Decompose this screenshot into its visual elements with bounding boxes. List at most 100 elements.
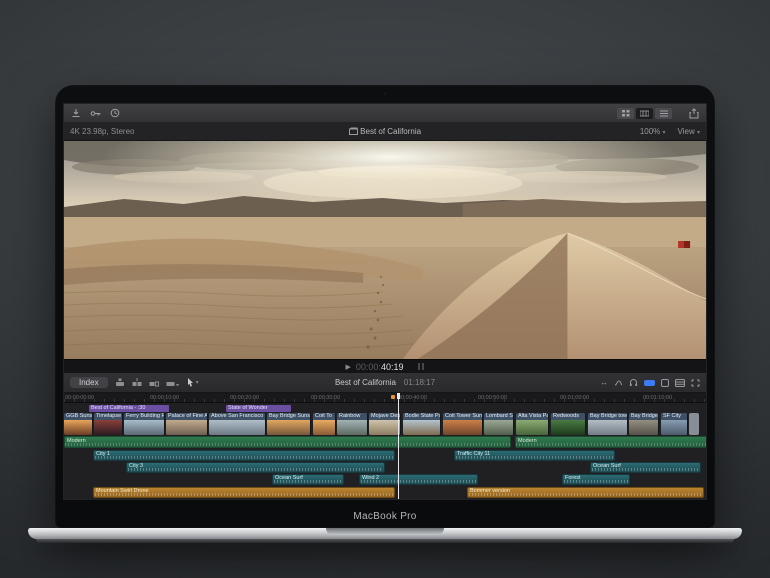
background-tasks-icon[interactable] [110, 108, 120, 118]
audio-meters-icon[interactable] [418, 363, 424, 370]
append-edit-icon[interactable] [149, 378, 159, 387]
viewer-title: Best of California [64, 127, 706, 136]
video-clip-label: Bay Bridge Sunset [267, 413, 310, 420]
ruler-tick: 00:00:00:00 [65, 395, 94, 401]
ambience-clip[interactable]: City 3 [126, 462, 385, 473]
video-clip-thumbnail [337, 420, 367, 435]
timeline-area: 00:00:00:0000:00:10:0000:00:20:0000:00:3… [64, 393, 706, 499]
video-clip[interactable]: Coit To [313, 413, 336, 435]
share-icon[interactable] [689, 108, 699, 119]
ruler-tick: 00:00:40:00 [398, 395, 427, 401]
ambience-clip[interactable]: Traffic City 11 [454, 450, 615, 461]
video-clip-label: Rainbow [337, 413, 367, 420]
fullscreen-icon[interactable] [691, 379, 700, 387]
ruler-tick: 00:01:10:00 [643, 395, 672, 401]
narration-clip[interactable]: Bommer version [467, 487, 704, 498]
ambience-clip[interactable]: Wind 2 [359, 474, 478, 485]
index-button[interactable]: Index [70, 377, 108, 388]
ruler-marker-icon[interactable] [391, 395, 395, 399]
desktop-background: 4K 23.98p, Stereo Best of California 100… [0, 0, 770, 578]
video-clip-thumbnail [661, 420, 687, 435]
skimming-icon[interactable] [614, 379, 623, 387]
browser-grid-icon[interactable] [617, 108, 634, 119]
waveform [456, 456, 613, 459]
video-clip[interactable]: Alta Vista Park [516, 413, 549, 435]
narration-clip[interactable]: Mountain Swirl Drone [93, 487, 395, 498]
video-clip[interactable]: Palace of Fine Arts [166, 413, 208, 435]
playhead[interactable] [398, 393, 399, 499]
video-clip-label: Alta Vista Park [516, 413, 548, 420]
video-clip-label: SF City [661, 413, 687, 420]
video-clip[interactable]: Bay Bridge Sunset [267, 413, 311, 435]
video-clip-label: Lombard St. [484, 413, 513, 420]
video-clip-thumbnail [369, 420, 400, 435]
tool-select-dropdown[interactable]: ▾ [187, 378, 199, 387]
solo-icon[interactable] [661, 379, 669, 387]
video-clip-thumbnail [94, 420, 122, 435]
video-clip[interactable]: Rainbow [337, 413, 368, 435]
audio-skimming-icon[interactable] [629, 378, 638, 387]
video-clip-thumbnail [516, 420, 548, 435]
timeline-ruler[interactable]: 00:00:00:0000:00:10:0000:00:20:0000:00:3… [64, 393, 706, 403]
macbook-base-edge [36, 539, 734, 543]
video-clip-thumbnail [64, 420, 92, 435]
project-icon [349, 127, 358, 135]
video-clip[interactable]: Mojave Desert [369, 413, 401, 435]
waveform [361, 480, 476, 483]
video-clip[interactable]: Bay Bridge toward SF [588, 413, 628, 435]
video-clip-thumbnail [484, 420, 513, 435]
ambience-clip[interactable]: Ocean Surf [272, 474, 344, 485]
music-clip[interactable]: Modern [64, 436, 511, 448]
video-clip[interactable]: Redwoods [551, 413, 586, 435]
lid-notch [326, 528, 444, 535]
video-clip-thumbnail [403, 420, 440, 435]
waveform [128, 468, 383, 471]
trim-icon[interactable]: ↔ [600, 378, 608, 387]
ambience-clip[interactable]: Ocean Surf [590, 462, 701, 473]
ruler-tick: 00:00:20:00 [230, 395, 259, 401]
play-icon[interactable]: ▶ [346, 363, 351, 371]
viewer-canvas[interactable] [64, 141, 706, 359]
clip-appearance-icon[interactable] [675, 379, 685, 387]
timeline-body[interactable]: Best of California - :30 State of Wonder G… [64, 403, 706, 499]
video-clip[interactable]: GGB Sunset [64, 413, 93, 435]
waveform [564, 480, 628, 483]
video-clip[interactable]: SF City [661, 413, 688, 435]
video-clip[interactable]: Bay Bridge [629, 413, 659, 435]
snapping-toggle[interactable] [644, 380, 655, 386]
video-clip[interactable]: Above San Francisco [209, 413, 266, 435]
waveform [516, 443, 707, 446]
video-clip-label: Palace of Fine Arts [166, 413, 207, 420]
video-clip[interactable]: Timelapse GGB [94, 413, 123, 435]
video-clip-label: Ferry Building Part 2 [124, 413, 164, 420]
keyword-icon[interactable] [90, 109, 101, 118]
video-clip[interactable]: Lombard St. [484, 413, 514, 435]
ambience-clip[interactable]: City 1 [93, 450, 395, 461]
music-clip[interactable]: Modern [515, 436, 707, 448]
connect-edit-icon[interactable] [115, 378, 125, 387]
video-clip[interactable]: Ferry Building Part 2 [124, 413, 165, 435]
browser-list-icon[interactable] [655, 108, 672, 119]
video-clip-label: Timelapse GGB [94, 413, 122, 420]
video-clip[interactable]: Coit Tower Sunse [443, 413, 483, 435]
video-clip-label: Bay Bridge toward SF [588, 413, 627, 420]
video-clip-label: Bay Bridge [629, 413, 658, 420]
fcp-window: 4K 23.98p, Stereo Best of California 100… [63, 103, 707, 500]
browser-filmstrip-icon[interactable] [636, 108, 653, 119]
chapter-marker[interactable]: State of Wonder [226, 405, 291, 412]
video-clip-label: Coit To [313, 413, 335, 420]
transition-clip[interactable] [689, 413, 699, 435]
video-clip[interactable]: Bodie State Park [403, 413, 441, 435]
chapter-marker[interactable]: Best of California - :30 [89, 405, 169, 412]
video-clip-thumbnail [443, 420, 482, 435]
waveform [65, 443, 510, 446]
insert-edit-icon[interactable] [132, 378, 142, 387]
ambience-clip[interactable]: Forest [562, 474, 630, 485]
timecode: 00:00:40:19 [356, 362, 404, 372]
import-icon[interactable] [71, 108, 81, 118]
viewer-info-bar: 4K 23.98p, Stereo Best of California 100… [64, 123, 706, 141]
waveform [274, 480, 342, 483]
overwrite-edit-icon[interactable] [166, 378, 180, 387]
waveform [592, 468, 699, 471]
browser-view-segment [617, 108, 672, 119]
